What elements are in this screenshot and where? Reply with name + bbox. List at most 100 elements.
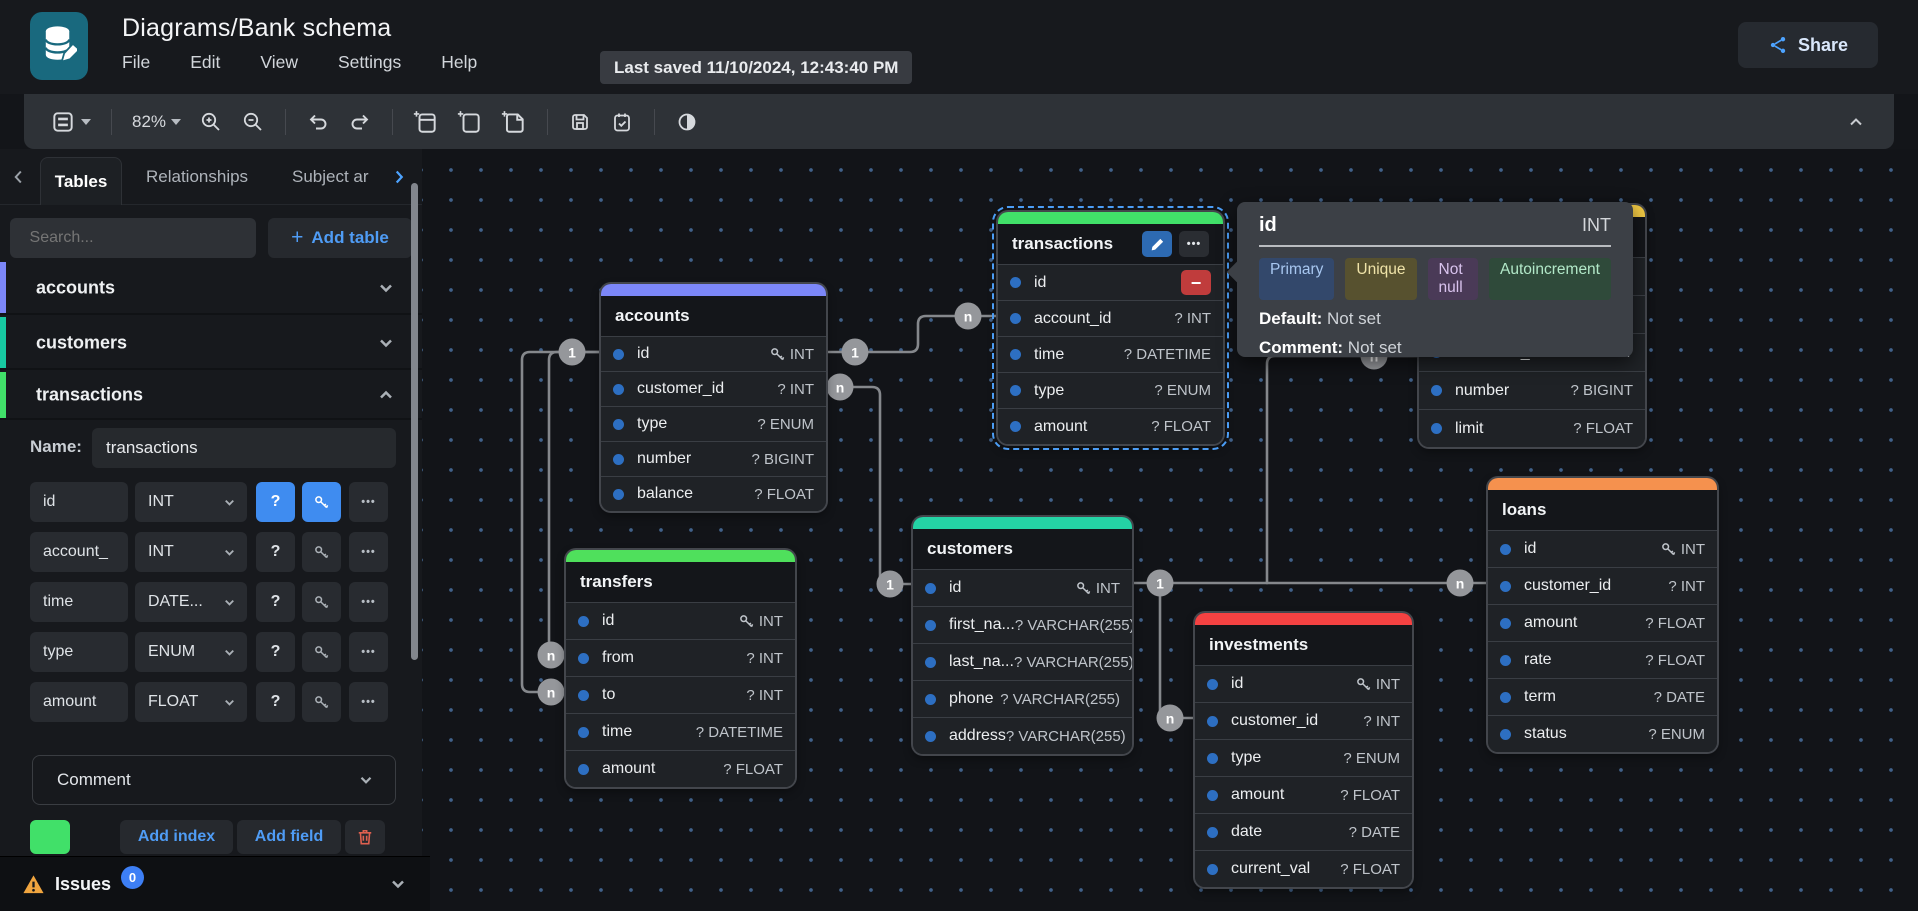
table-field-row[interactable]: customer_id? INT <box>1488 567 1717 604</box>
todo-button[interactable] <box>604 103 640 141</box>
add-field-button[interactable]: Add field <box>237 820 341 854</box>
table-header[interactable]: transactions••• <box>998 224 1223 264</box>
field-nullable-toggle[interactable]: ? <box>256 582 295 622</box>
table-field-row[interactable]: status? ENUM <box>1488 715 1717 752</box>
field-name-input[interactable]: amount <box>30 682 128 722</box>
table-field-row[interactable]: amount? FLOAT <box>566 750 795 787</box>
comment-section[interactable]: Comment <box>32 755 396 805</box>
menu-item-settings[interactable]: Settings <box>338 52 401 73</box>
tabs-scroll-left-icon[interactable] <box>8 166 30 188</box>
field-more-options-button[interactable]: ••• <box>349 632 388 672</box>
field-type-dropdown[interactable]: INT <box>135 482 247 522</box>
diagram-table-customers[interactable]: customersidINTfirst_na...? VARCHAR(255)l… <box>913 517 1132 754</box>
diagram-table-transfers[interactable]: transfersidINTfrom? INTto? INTtime? DATE… <box>566 550 795 787</box>
table-field-row[interactable]: id− <box>998 264 1223 300</box>
issues-bar[interactable]: Issues 0 <box>0 856 430 911</box>
tab-subject-areas[interactable]: Subject ar <box>292 149 384 205</box>
table-field-row[interactable]: first_na...? VARCHAR(255) <box>913 606 1132 643</box>
table-field-row[interactable]: current_val? FLOAT <box>1195 850 1412 887</box>
table-field-row[interactable]: to? INT <box>566 676 795 713</box>
diagram-table-investments[interactable]: investmentsidINTcustomer_id? INTtype? EN… <box>1195 613 1412 887</box>
table-header[interactable]: transfers <box>566 562 795 602</box>
undo-button[interactable] <box>300 103 336 141</box>
field-primary-key-toggle[interactable] <box>302 682 341 722</box>
table-field-row[interactable]: time? DATETIME <box>566 713 795 750</box>
diagram-canvas[interactable]: 1nn1nn11nnncustomer_id? INTnumber? BIGIN… <box>422 149 1918 911</box>
table-field-row[interactable]: idINT <box>913 569 1132 606</box>
add-note-button[interactable] <box>495 103 533 141</box>
table-field-row[interactable]: idINT <box>566 602 795 639</box>
field-name-input[interactable]: id <box>30 482 128 522</box>
field-more-options-button[interactable]: ••• <box>349 682 388 722</box>
table-header[interactable]: investments <box>1195 625 1412 665</box>
table-search-box[interactable] <box>10 218 256 258</box>
table-field-row[interactable]: customer_id? INT <box>601 371 826 406</box>
field-primary-key-toggle[interactable] <box>302 532 341 572</box>
table-field-row[interactable]: number? BIGINT <box>601 441 826 476</box>
field-type-dropdown[interactable]: FLOAT <box>135 682 247 722</box>
add-table-button[interactable] <box>407 103 445 141</box>
sidebar-table-item-customers[interactable]: customers <box>0 317 422 370</box>
sidebar-scrollbar[interactable] <box>411 183 418 660</box>
table-color-swatch[interactable] <box>30 820 70 854</box>
zoom-out-button[interactable] <box>235 103 271 141</box>
zoom-level-dropdown[interactable]: 82% <box>126 103 187 141</box>
table-name-input[interactable] <box>92 428 396 468</box>
sidebar-table-item-accounts[interactable]: accounts <box>0 262 422 315</box>
table-field-row[interactable]: balance? FLOAT <box>601 476 826 511</box>
save-button[interactable] <box>562 103 598 141</box>
table-field-row[interactable]: type? ENUM <box>998 372 1223 408</box>
table-field-row[interactable]: type? ENUM <box>1195 739 1412 776</box>
add-index-button[interactable]: Add index <box>120 820 233 854</box>
toolbar-collapse-button[interactable] <box>1838 103 1874 141</box>
edit-table-button[interactable] <box>1142 231 1172 257</box>
field-more-options-button[interactable]: ••• <box>349 532 388 572</box>
table-field-row[interactable]: account_id? INT <box>998 300 1223 336</box>
field-name-input[interactable]: type <box>30 632 128 672</box>
zoom-in-button[interactable] <box>193 103 229 141</box>
app-logo-icon[interactable] <box>30 12 88 80</box>
menu-item-view[interactable]: View <box>260 52 298 73</box>
diagram-table-transactions[interactable]: transactions•••id−account_id? INTtime? D… <box>998 212 1223 444</box>
table-field-row[interactable]: idINT <box>1488 530 1717 567</box>
table-field-row[interactable]: number? BIGINT <box>1419 371 1645 409</box>
table-field-row[interactable]: type? ENUM <box>601 406 826 441</box>
add-table-panel-button[interactable]: + Add table <box>268 218 412 258</box>
table-field-row[interactable]: customer_id? INT <box>1195 702 1412 739</box>
menu-item-edit[interactable]: Edit <box>190 52 220 73</box>
layout-menu-button[interactable] <box>44 103 97 141</box>
delete-field-button[interactable]: − <box>1181 270 1211 295</box>
sidebar-table-item-transactions[interactable]: transactions <box>0 372 422 420</box>
field-more-options-button[interactable]: ••• <box>349 582 388 622</box>
table-field-row[interactable]: last_na...? VARCHAR(255) <box>913 643 1132 680</box>
delete-table-button[interactable] <box>345 820 385 854</box>
field-nullable-toggle[interactable]: ? <box>256 532 295 572</box>
field-type-dropdown[interactable]: ENUM <box>135 632 247 672</box>
tabs-scroll-right-icon[interactable] <box>388 166 410 188</box>
tab-relationships[interactable]: Relationships <box>146 149 248 205</box>
table-header[interactable]: loans <box>1488 490 1717 530</box>
table-field-row[interactable]: limit? FLOAT <box>1419 409 1645 447</box>
tab-tables[interactable]: Tables <box>40 157 122 205</box>
table-more-button[interactable]: ••• <box>1179 231 1209 257</box>
table-field-row[interactable]: amount? FLOAT <box>1195 776 1412 813</box>
table-field-row[interactable]: idINT <box>1195 665 1412 702</box>
field-more-options-button[interactable]: ••• <box>349 482 388 522</box>
menu-item-help[interactable]: Help <box>441 52 477 73</box>
table-field-row[interactable]: from? INT <box>566 639 795 676</box>
field-name-input[interactable]: time <box>30 582 128 622</box>
field-type-dropdown[interactable]: DATE... <box>135 582 247 622</box>
search-input[interactable] <box>30 229 237 247</box>
redo-button[interactable] <box>342 103 378 141</box>
table-field-row[interactable]: address? VARCHAR(255) <box>913 717 1132 754</box>
share-button[interactable]: Share <box>1738 22 1878 68</box>
table-field-row[interactable]: amount? FLOAT <box>998 408 1223 444</box>
field-nullable-toggle[interactable]: ? <box>256 482 295 522</box>
table-field-row[interactable]: idINT <box>601 336 826 371</box>
field-nullable-toggle[interactable]: ? <box>256 682 295 722</box>
table-field-row[interactable]: phone? VARCHAR(255) <box>913 680 1132 717</box>
table-field-row[interactable]: date? DATE <box>1195 813 1412 850</box>
field-primary-key-toggle[interactable] <box>302 482 341 522</box>
table-field-row[interactable]: term? DATE <box>1488 678 1717 715</box>
table-field-row[interactable]: time? DATETIME <box>998 336 1223 372</box>
